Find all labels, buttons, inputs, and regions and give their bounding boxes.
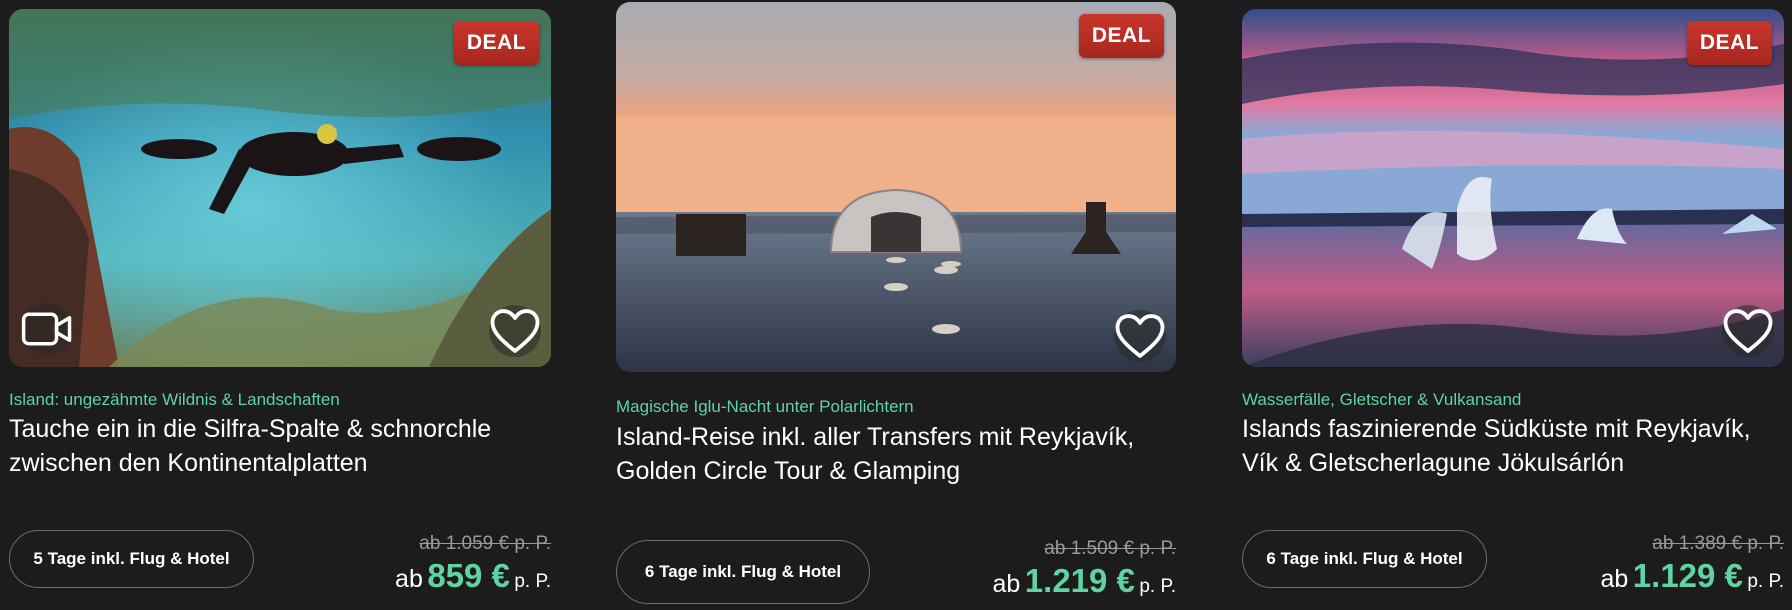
- price-block: ab 1.509 € p. P. ab 1.219 € p. P.: [993, 538, 1176, 600]
- duration-button[interactable]: 5 Tage inkl. Flug & Hotel: [9, 530, 254, 588]
- duration-button[interactable]: 6 Tage inkl. Flug & Hotel: [616, 540, 870, 604]
- old-price: ab 1.509 € p. P.: [1044, 538, 1176, 559]
- heart-icon: [490, 309, 540, 353]
- card-subtitle: Magische Iglu-Nacht unter Polarlichtern: [616, 397, 914, 416]
- deal-card[interactable]: DEAL Wasserfälle, Gletscher & Vulkansand…: [1242, 9, 1784, 609]
- price-amount: 1.219 €: [1024, 562, 1135, 599]
- duration-button[interactable]: 6 Tage inkl. Flug & Hotel: [1242, 530, 1487, 588]
- card-title[interactable]: Islands faszinierende Südküste mit Reykj…: [1242, 412, 1784, 480]
- favorite-button[interactable]: [1114, 310, 1166, 362]
- card-title[interactable]: Island-Reise inkl. aller Transfers mit R…: [616, 420, 1176, 488]
- price-suffix: p. P.: [514, 571, 551, 592]
- card-title[interactable]: Tauche ein in die Silfra-Spalte & schnor…: [9, 412, 551, 480]
- card-subtitle: Wasserfälle, Gletscher & Vulkansand: [1242, 390, 1522, 409]
- deal-card[interactable]: DEAL Island: ungezähmte Wildnis & Landsc…: [9, 9, 551, 609]
- heart-icon: [1723, 309, 1773, 353]
- price-block: ab 1.389 € p. P. ab 1.129 € p. P.: [1601, 533, 1784, 595]
- price-prefix: ab: [395, 565, 423, 593]
- current-price-line: ab 1.219 € p. P.: [993, 562, 1176, 600]
- current-price-line: ab 1.129 € p. P.: [1601, 557, 1784, 595]
- heart-icon: [1115, 314, 1165, 358]
- deal-badge: DEAL: [1686, 21, 1772, 65]
- price-amount: 859 €: [427, 557, 510, 594]
- card-image[interactable]: DEAL: [1242, 9, 1784, 367]
- price-suffix: p. P.: [1747, 571, 1784, 592]
- card-image[interactable]: DEAL: [9, 9, 551, 367]
- deal-badge: DEAL: [1078, 14, 1164, 58]
- favorite-button[interactable]: [1722, 305, 1774, 357]
- video-camera-icon: [21, 312, 72, 346]
- card-image[interactable]: DEAL: [616, 2, 1176, 372]
- price-prefix: ab: [1600, 565, 1629, 593]
- price-suffix: p. P.: [1139, 576, 1176, 597]
- old-price: ab 1.059 € p. P.: [419, 533, 551, 554]
- price-amount: 1.129 €: [1632, 557, 1743, 594]
- price-block: ab 1.059 € p. P. ab 859 € p. P.: [395, 533, 551, 595]
- old-price: ab 1.389 € p. P.: [1652, 533, 1784, 554]
- deal-badge: DEAL: [453, 21, 539, 65]
- card-subtitle: Island: ungezähmte Wildnis & Landschafte…: [9, 390, 340, 409]
- current-price-line: ab 859 € p. P.: [395, 557, 551, 595]
- deal-card[interactable]: DEAL Magische Iglu-Nacht unter Polarlich…: [616, 2, 1176, 608]
- video-button[interactable]: [21, 303, 73, 355]
- price-prefix: ab: [992, 570, 1021, 598]
- favorite-button[interactable]: [489, 305, 541, 357]
